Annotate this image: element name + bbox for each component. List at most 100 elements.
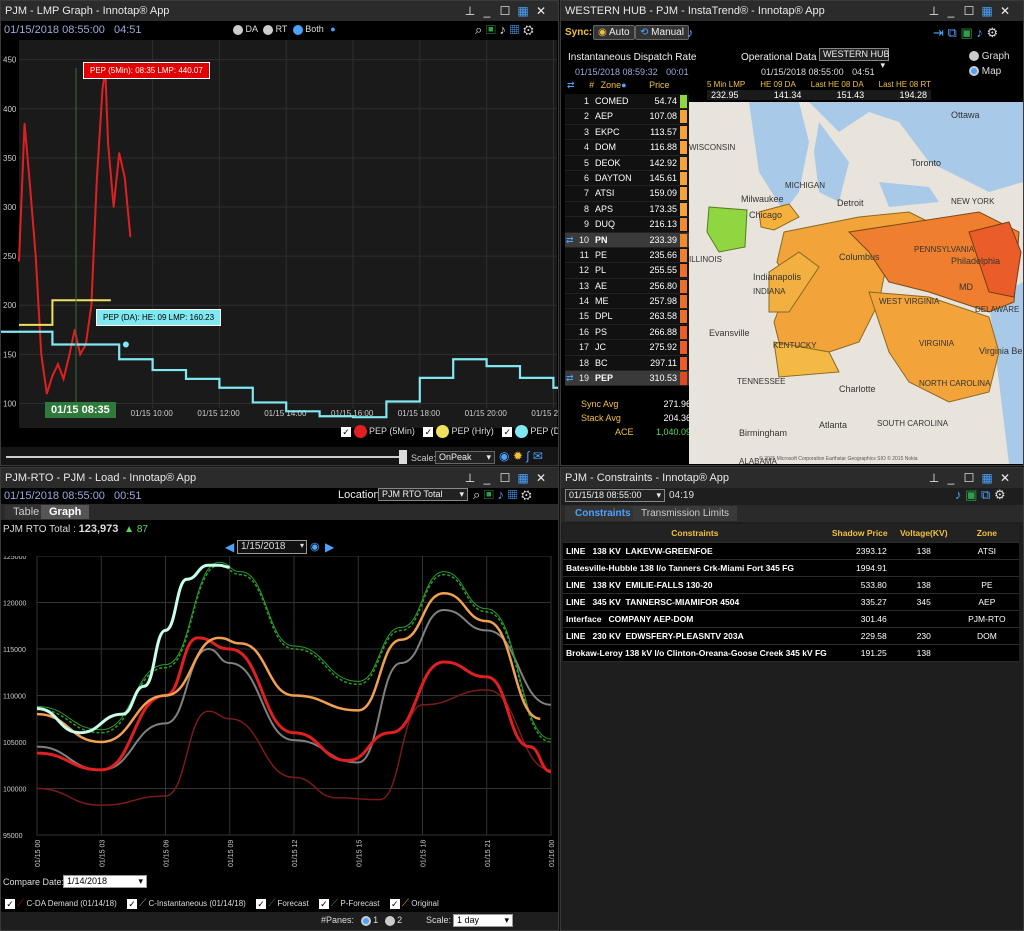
minimize-icon[interactable]: _ bbox=[942, 1, 960, 21]
header-zone[interactable]: Zone bbox=[954, 524, 1019, 543]
search-icon[interactable]: ⌕ bbox=[475, 22, 482, 37]
sync-manual-button[interactable]: ⟲ Manual bbox=[635, 25, 689, 40]
grid-view-icon[interactable]: ▦ bbox=[510, 22, 520, 37]
tab-constraints[interactable]: Constraints bbox=[565, 506, 641, 521]
legend-hrly-checkbox[interactable]: ✓ bbox=[423, 426, 434, 437]
zone-row[interactable]: ⇄ 10 PN 233.39 bbox=[565, 232, 689, 248]
minimize-icon[interactable]: _ bbox=[478, 1, 496, 21]
maximize-icon[interactable]: ☐ bbox=[960, 468, 978, 488]
pin-icon[interactable]: ⊥ bbox=[461, 468, 479, 488]
prev-date-arrow[interactable]: ◀ bbox=[225, 540, 234, 554]
speaker-icon[interactable]: ♪ bbox=[687, 25, 694, 40]
speaker-icon[interactable]: ♪ bbox=[499, 22, 506, 37]
zone-row[interactable]: 17 JC 275.92 bbox=[565, 340, 689, 356]
excel-icon[interactable]: ▣ bbox=[484, 487, 494, 502]
mode-da-radio[interactable] bbox=[233, 24, 243, 35]
zone-row[interactable]: 18 BC 297.11 bbox=[565, 355, 689, 372]
col-zone-header[interactable]: Zone bbox=[601, 80, 622, 90]
pin-icon[interactable]: ⊥ bbox=[461, 1, 479, 21]
zone-row[interactable]: 13 AE 256.80 bbox=[565, 278, 689, 295]
popout-icon[interactable]: ⧉ bbox=[948, 25, 957, 40]
sort-icon[interactable]: ⇄ bbox=[567, 80, 575, 90]
location-select[interactable]: PJM RTO Total ▾ bbox=[378, 488, 468, 501]
constraint-row[interactable]: LINE 138 KV EMILIE-FALLS 130-20 533.80 138… bbox=[563, 576, 1019, 594]
pin-icon[interactable]: ⊥ bbox=[925, 1, 943, 21]
legend-cinst-checkbox[interactable]: ✓ bbox=[126, 898, 137, 909]
excel-icon[interactable]: ▣ bbox=[965, 487, 977, 502]
header-voltage[interactable]: Voltage(KV) bbox=[892, 524, 955, 543]
zone-row[interactable]: 4 DOM 116.88 bbox=[565, 140, 689, 156]
search-icon[interactable]: ⌕ bbox=[473, 487, 480, 502]
view-map-radio[interactable] bbox=[969, 66, 979, 77]
close-icon[interactable]: ✕ bbox=[532, 468, 550, 488]
zone-row[interactable]: 5 DEOK 142.92 bbox=[565, 155, 689, 171]
zone-row[interactable]: 3 EKPC 113.57 bbox=[565, 124, 689, 141]
zone-row[interactable]: 2 AEP 107.08 bbox=[565, 109, 689, 125]
legend-cda-checkbox[interactable]: ✓ bbox=[5, 898, 15, 909]
scale-select[interactable]: OnPeak ▾ bbox=[435, 451, 495, 464]
settings-icon[interactable]: ⚙ bbox=[987, 25, 999, 40]
maximize-icon[interactable]: ☐ bbox=[960, 1, 978, 21]
legend-pforecast-checkbox[interactable]: ✓ bbox=[318, 898, 329, 909]
constraint-row[interactable]: LINE 138 KV LAKEVW-GREENFOE 2393.12 138 ATS… bbox=[563, 542, 1019, 560]
pjm-map[interactable]: Ottawa WISCONSIN MICHIGAN Toronto Milwaukee D… bbox=[689, 102, 1023, 464]
close-icon[interactable]: ✕ bbox=[996, 1, 1014, 21]
load-scale-select[interactable]: 1 day ▾ bbox=[453, 914, 513, 927]
excel-icon[interactable]: ▣ bbox=[486, 22, 496, 37]
maximize-icon[interactable]: ☐ bbox=[496, 468, 514, 488]
popout-icon[interactable]: ⧉ bbox=[981, 487, 990, 502]
tab-graph[interactable]: Graph bbox=[41, 505, 90, 519]
constraint-row[interactable]: Batesville-Hubble 138 l/o Tanners Crk-Mi… bbox=[563, 559, 1019, 577]
pin-icon[interactable]: ⊥ bbox=[925, 468, 943, 488]
excel-icon[interactable]: ▣ bbox=[960, 25, 972, 40]
grid-icon[interactable]: ▦ bbox=[978, 1, 996, 21]
zone-row[interactable]: 1 COMED 54.74 bbox=[565, 94, 689, 110]
zone-row[interactable]: ⇄ 19 PEP 310.53 bbox=[565, 371, 689, 387]
time-slider[interactable] bbox=[6, 456, 401, 458]
location-pin-icon[interactable]: ● bbox=[330, 24, 335, 34]
eye-icon[interactable]: ◉ bbox=[310, 540, 320, 553]
minimize-icon[interactable]: _ bbox=[478, 468, 496, 488]
zone-row[interactable]: 9 DUQ 216.13 bbox=[565, 217, 689, 233]
speaker-icon[interactable]: ♪ bbox=[497, 487, 504, 502]
settings-icon[interactable]: ⚙ bbox=[521, 487, 532, 502]
zone-row[interactable]: 6 DAYTON 145.61 bbox=[565, 170, 689, 187]
pane-2-radio[interactable] bbox=[384, 915, 395, 926]
zone-row[interactable]: 8 APS 173.35 bbox=[565, 201, 689, 218]
mode-both-radio[interactable] bbox=[292, 24, 303, 35]
pane-1-radio[interactable] bbox=[360, 915, 371, 926]
settings-icon[interactable]: ⚙ bbox=[523, 22, 534, 37]
constraint-row[interactable]: LINE 230 KV EDWSFERY-PLEASNTV 203A 229.58… bbox=[563, 627, 1019, 645]
minimize-icon[interactable]: _ bbox=[942, 468, 960, 488]
eye-icon[interactable]: ◉ bbox=[499, 449, 509, 463]
sun-icon[interactable]: ✹ bbox=[513, 449, 523, 463]
constraint-row[interactable]: LINE 345 KV TANNERSC-MIAMIFOR 4504 335.27… bbox=[563, 593, 1019, 611]
speaker-icon[interactable]: ♪ bbox=[976, 25, 983, 40]
legend-original-checkbox[interactable]: ✓ bbox=[389, 898, 400, 909]
zone-row[interactable]: 11 PE 235.66 bbox=[565, 247, 689, 264]
zone-row[interactable]: 7 ATSI 159.09 bbox=[565, 186, 689, 202]
date-picker[interactable]: 1/15/2018 ▾ bbox=[237, 540, 307, 554]
constraint-row[interactable]: Interface COMPANY AEP-DOM 301.46 PJM-RTO bbox=[563, 610, 1019, 628]
tab-transmission-limits[interactable]: Transmission Limits bbox=[633, 506, 737, 521]
trend-icon[interactable]: ∫ bbox=[526, 449, 529, 463]
constraints-datetime-select[interactable]: 01/15/18 08:55:00 ▾ bbox=[565, 489, 665, 502]
grid-icon[interactable]: ▦ bbox=[978, 468, 996, 488]
mode-rt-radio[interactable] bbox=[263, 24, 274, 35]
zone-row[interactable]: 16 PS 266.88 bbox=[565, 324, 689, 341]
zone-row[interactable]: 15 DPL 263.58 bbox=[565, 309, 689, 325]
header-shadow-price[interactable]: Shadow Price bbox=[826, 524, 893, 543]
header-constraints[interactable]: Constraints bbox=[563, 524, 827, 543]
close-icon[interactable]: ✕ bbox=[532, 1, 550, 21]
legend-5min-checkbox[interactable]: ✓ bbox=[341, 426, 351, 437]
zone-row[interactable]: 14 ME 257.98 bbox=[565, 294, 689, 310]
constraint-row[interactable]: Brokaw-Leroy 138 kV l/o Clinton-Oreana-G… bbox=[563, 644, 1019, 662]
legend-forecast-checkbox[interactable]: ✓ bbox=[256, 898, 267, 909]
settings-icon[interactable]: ⚙ bbox=[994, 487, 1006, 502]
op-location-select[interactable]: WESTERN HUB ▾ bbox=[819, 48, 890, 70]
mail-icon[interactable]: ✉ bbox=[533, 449, 543, 463]
speaker-icon[interactable]: ♪ bbox=[955, 487, 962, 502]
next-date-arrow[interactable]: ▶ bbox=[325, 540, 334, 554]
col-price-header[interactable]: Price bbox=[649, 80, 670, 90]
grid-icon[interactable]: ▦ bbox=[514, 1, 532, 21]
